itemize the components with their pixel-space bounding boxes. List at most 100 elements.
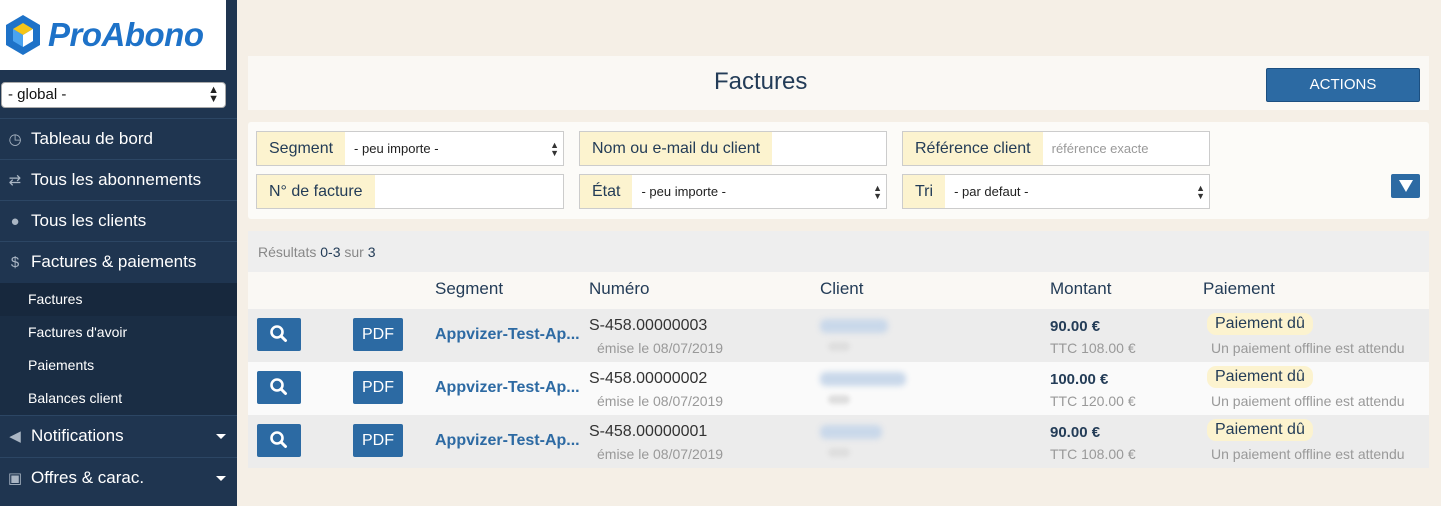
segment-link[interactable]: Appvizer-Test-Ap... <box>435 379 580 397</box>
submenu-item-credit-notes[interactable]: Factures d'avoir <box>0 316 237 349</box>
search-icon <box>270 325 287 342</box>
invoice-amount-ttc: TTC 120.00 € <box>1050 393 1136 409</box>
invoice-number-filter[interactable]: N° de facture <box>256 174 564 209</box>
sidebar-item-clients[interactable]: ● Tous les clients <box>0 200 237 241</box>
sort-filter[interactable]: Tri - par defaut - ▲ ▼ <box>902 174 1210 209</box>
invoice-number-filter-label: N° de facture <box>257 175 375 208</box>
segment-link[interactable]: Appvizer-Test-Ap... <box>435 326 580 344</box>
payment-status-badge: Paiement dû <box>1207 366 1313 388</box>
view-invoice-button[interactable] <box>257 424 301 457</box>
segment-filter-value-text: - peu importe - <box>354 141 439 156</box>
client-filter-label: Nom ou e-mail du client <box>580 132 773 165</box>
sidebar-item-label: Tableau de bord <box>31 129 153 148</box>
reference-filter[interactable]: Référence client référence exacte <box>902 131 1210 166</box>
invoice-number: S-458.00000003 <box>589 317 708 334</box>
search-icon <box>270 431 287 448</box>
results-of: sur <box>344 244 364 260</box>
invoice-amount-ttc: TTC 108.00 € <box>1050 446 1136 462</box>
results-prefix: Résultats <box>258 244 317 260</box>
sort-filter-label: Tri <box>903 175 946 208</box>
state-filter[interactable]: État - peu importe - ▲ ▼ <box>579 174 887 209</box>
triangle-down-icon <box>1399 180 1413 192</box>
context-select[interactable]: - global - ▲ ▼ <box>1 82 226 108</box>
sort-filter-value[interactable]: - par defaut - ▲ ▼ <box>945 175 1209 208</box>
invoice-number: S-458.00000002 <box>589 370 708 387</box>
column-header-payment[interactable]: Paiement <box>1203 279 1275 299</box>
state-filter-value[interactable]: - peu importe - ▲ ▼ <box>632 175 886 208</box>
segment-filter-value[interactable]: - peu importe - ▲ ▼ <box>345 132 563 165</box>
expand-filters-button[interactable] <box>1391 174 1420 198</box>
invoice-amount-ttc: TTC 108.00 € <box>1050 340 1136 356</box>
client-detail-redacted <box>828 395 850 404</box>
sidebar-item-dashboard[interactable]: ◷ Tableau de bord <box>0 118 237 159</box>
invoice-number: S-458.00000001 <box>589 423 708 440</box>
payment-status-badge: Paiement dû <box>1207 419 1313 441</box>
segment-link[interactable]: Appvizer-Test-Ap... <box>435 432 580 450</box>
caret-down-icon <box>216 476 226 481</box>
client-name-redacted[interactable] <box>820 372 906 386</box>
payment-status-badge: Paiement dû <box>1207 313 1313 335</box>
sidebar-item-subscriptions[interactable]: ⇄ Tous les abonnements <box>0 159 237 200</box>
invoice-amount: 90.00 € <box>1050 424 1101 441</box>
submenu-item-payments[interactable]: Paiements <box>0 349 237 382</box>
sidebar-item-offers[interactable]: ▣ Offres & carac. <box>0 457 237 498</box>
actions-button[interactable]: ACTIONS <box>1266 68 1420 102</box>
reference-filter-input[interactable]: référence exacte <box>1043 132 1209 165</box>
column-header-amount[interactable]: Montant <box>1050 279 1111 299</box>
dashboard-icon: ◷ <box>8 131 22 148</box>
invoice-date: émise le 08/07/2019 <box>597 393 724 409</box>
sidebar-item-label: Tous les abonnements <box>31 170 202 189</box>
client-filter-input[interactable] <box>772 132 886 165</box>
payment-note: Un paiement offline est attendu <box>1211 446 1405 462</box>
table-row: PDF Appvizer-Test-Ap... S-458.00000002 é… <box>248 362 1429 415</box>
column-header-number[interactable]: Numéro <box>589 279 649 299</box>
header-bar <box>248 56 1429 110</box>
search-icon <box>270 378 287 395</box>
submenu-item-client-balances[interactable]: Balances client <box>0 382 237 415</box>
submenu: Factures Factures d'avoir Paiements Bala… <box>0 283 237 415</box>
view-invoice-button[interactable] <box>257 318 301 351</box>
state-filter-value-text: - peu importe - <box>641 184 727 199</box>
client-filter[interactable]: Nom ou e-mail du client <box>579 131 887 166</box>
state-filter-label: État <box>580 175 633 208</box>
select-arrows-icon: ▲ ▼ <box>550 140 559 158</box>
results-total: 3 <box>367 244 376 260</box>
table-row: PDF Appvizer-Test-Ap... S-458.00000001 é… <box>248 415 1429 468</box>
sidebar-item-invoices-payments[interactable]: $ Factures & paiements <box>0 241 237 282</box>
select-arrows-icon: ▲ ▼ <box>1196 183 1205 201</box>
results-range: 0-3 <box>320 244 341 260</box>
view-invoice-button[interactable] <box>257 371 301 404</box>
invoice-date: émise le 08/07/2019 <box>597 340 724 356</box>
dollar-icon: $ <box>10 253 20 271</box>
pdf-button[interactable]: PDF <box>353 318 403 351</box>
invoice-amount: 100.00 € <box>1050 371 1109 388</box>
invoice-amount: 90.00 € <box>1050 318 1101 335</box>
table-row: PDF Appvizer-Test-Ap... S-458.00000003 é… <box>248 309 1429 362</box>
payment-note: Un paiement offline est attendu <box>1211 340 1405 356</box>
repeat-icon: ⇄ <box>8 172 22 189</box>
sidebar-item-label: Offres & carac. <box>31 468 145 487</box>
client-name-redacted[interactable] <box>820 425 882 439</box>
client-name-redacted[interactable] <box>820 319 888 333</box>
logo-text: ProAbono <box>48 16 204 53</box>
invoice-date: émise le 08/07/2019 <box>597 446 724 462</box>
select-arrows-icon: ▲ ▼ <box>873 183 882 201</box>
invoice-number-filter-input[interactable] <box>375 175 563 208</box>
reference-filter-label: Référence client <box>903 132 1043 165</box>
pdf-button[interactable]: PDF <box>353 424 403 457</box>
sidebar-item-label: Notifications <box>31 426 124 445</box>
pdf-button[interactable]: PDF <box>353 371 403 404</box>
results-summary: Résultats 0-3 sur 3 <box>248 231 1429 272</box>
cube-logo-icon <box>6 15 40 55</box>
client-detail-redacted <box>828 342 850 351</box>
sort-filter-value-text: - par defaut - <box>954 184 1029 199</box>
column-header-client[interactable]: Client <box>820 279 863 299</box>
sidebar: ProAbono - global - ▲ ▼ ◷ Tableau de bord… <box>0 0 237 506</box>
segment-filter[interactable]: Segment - peu importe - ▲ ▼ <box>256 131 564 166</box>
sidebar-item-notifications[interactable]: ◀ Notifications <box>0 415 237 456</box>
column-header-segment[interactable]: Segment <box>435 279 503 299</box>
caret-down-icon <box>216 434 226 439</box>
sidebar-item-label: Factures & paiements <box>31 252 197 271</box>
logo[interactable]: ProAbono <box>0 0 226 70</box>
submenu-item-invoices[interactable]: Factures <box>0 283 237 316</box>
